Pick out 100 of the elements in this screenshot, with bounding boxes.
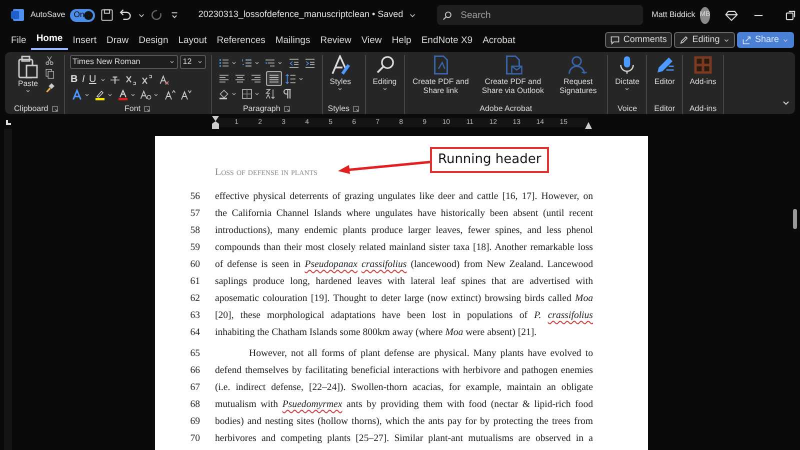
dialog-launcher-icon[interactable]	[142, 104, 151, 112]
caret-icon[interactable]	[298, 76, 304, 82]
text-line: [20], these morphological adaptations have been lost in populations of P. crassifolius	[215, 309, 593, 324]
comments-button[interactable]: Comments	[605, 32, 672, 48]
line-number: 58	[189, 224, 200, 238]
save-icon[interactable]	[100, 8, 114, 22]
strikethrough-icon[interactable]	[108, 74, 121, 86]
ribbon-tab[interactable]: Acrobat	[478, 34, 520, 50]
text-line: the California Channel Islands where ungulates have historically been absent (until recent	[215, 207, 593, 222]
dialog-launcher-icon[interactable]	[50, 104, 58, 112]
caret-icon[interactable]	[100, 76, 106, 82]
underline-button[interactable]: U	[88, 72, 98, 87]
caret-icon[interactable]	[254, 60, 260, 66]
italic-button[interactable]: I	[80, 72, 86, 87]
ribbon-tab[interactable]: View	[356, 34, 387, 50]
text-line: (i.e. indirect defense, [22–24]). Swollen-thorn acacias, for example, maintain an obligate	[215, 381, 593, 396]
caret-icon[interactable]	[106, 92, 113, 98]
clear-formatting-icon[interactable]	[158, 74, 170, 86]
group-label: Voice	[617, 103, 638, 114]
text-line: of defense is seen in Pseudopanax crassifolius (lancewood) from New Zealand. Lancewood	[215, 258, 593, 272]
sort-icon[interactable]	[264, 88, 276, 100]
search-icon	[442, 10, 453, 20]
text-line: effective physical deterrents of grazing ungulates like deer and cattle [16, 17]. However, on	[215, 190, 593, 204]
redo-icon[interactable]	[150, 8, 164, 22]
grow-font-icon[interactable]	[164, 88, 176, 100]
group-label: Styles	[328, 103, 350, 114]
caret-icon[interactable]	[277, 60, 284, 66]
shrink-font-icon[interactable]	[180, 88, 192, 100]
borders-icon[interactable]	[241, 88, 253, 100]
paintbrush-icon[interactable]	[44, 82, 56, 92]
editing-mode-button[interactable]: Editing	[674, 32, 735, 48]
decrease-indent-icon[interactable]	[288, 56, 300, 68]
group-label: Add-ins	[689, 103, 717, 114]
restore-icon[interactable]	[784, 8, 797, 22]
dialog-launcher-icon[interactable]	[282, 104, 291, 112]
indent-marker-icon[interactable]	[212, 116, 219, 129]
annotation-callout: Running header	[430, 147, 550, 172]
pen-icon	[654, 55, 675, 75]
highlighter-icon[interactable]	[94, 88, 106, 100]
caret-icon[interactable]	[130, 92, 136, 98]
ribbon-tab[interactable]: Home	[31, 32, 68, 50]
align-justify-button[interactable]	[266, 71, 282, 86]
diamond-icon[interactable]	[724, 8, 738, 22]
ribbon-tab[interactable]: Layout	[173, 34, 212, 50]
ribbon-tab[interactable]: Help	[386, 34, 416, 50]
copy-icon[interactable]	[44, 68, 56, 80]
group-label: Clipboard	[14, 103, 48, 114]
bold-button[interactable]: B	[70, 72, 79, 87]
caret-icon[interactable]	[230, 90, 237, 96]
ribbon-tab[interactable]: Insert	[68, 34, 102, 50]
ribbon-tab[interactable]: EndNote X9	[416, 34, 478, 50]
dialog-launcher-icon[interactable]	[352, 104, 360, 112]
group-label: Adobe Acrobat	[480, 103, 532, 114]
pencil-icon	[679, 35, 690, 45]
text-effects-icon[interactable]	[70, 88, 82, 100]
font-size-dropdown[interactable]: 12	[180, 55, 206, 69]
superscript-icon[interactable]	[141, 74, 154, 86]
font-name-dropdown[interactable]: Times New Roman	[70, 55, 178, 69]
change-case-icon[interactable]	[140, 88, 152, 100]
subscript-icon[interactable]	[125, 74, 137, 86]
ribbon-tab[interactable]: Draw	[101, 34, 134, 50]
scrollbar-thumb[interactable]	[793, 209, 797, 229]
shading-icon[interactable]	[218, 88, 230, 100]
text-line: saplings produce long, hardened leaves with lateral leaf spines that are advertised with	[215, 275, 593, 290]
line-number: 57	[189, 207, 200, 222]
caret-icon[interactable]	[153, 92, 160, 98]
alignment-lines-icon	[218, 72, 230, 84]
ribbon-tab[interactable]: File	[6, 34, 32, 50]
line-number: 63	[189, 309, 200, 324]
ribbon-tab[interactable]: References	[212, 34, 270, 50]
caret-icon	[196, 59, 203, 65]
line-number: 70	[189, 432, 200, 446]
caret-icon[interactable]	[230, 60, 237, 66]
ribbon-tab[interactable]: Mailings	[270, 34, 316, 50]
line-spacing-icon[interactable]	[284, 72, 297, 84]
line-number: 64	[189, 326, 200, 340]
increase-indent-icon[interactable]	[304, 56, 316, 68]
styles-icon	[330, 55, 350, 75]
pilcrow-icon[interactable]	[280, 88, 292, 100]
numbering-icon[interactable]	[241, 56, 253, 68]
person-icon	[568, 55, 588, 75]
text-line: herbivores and competing plants [25–27]. Similar plant-ant mutualisms are observed in a	[215, 432, 593, 446]
tab-selector-icon[interactable]	[6, 120, 11, 125]
caret-icon[interactable]	[254, 90, 260, 96]
ribbon-tab[interactable]: Design	[134, 34, 174, 50]
document-title[interactable]: 20230313_lossofdefence_manuscriptclean • Saved	[198, 8, 404, 22]
bullets-icon[interactable]	[218, 56, 230, 68]
search-field[interactable]: Search	[437, 5, 643, 25]
autosave-toggle[interactable]: On	[70, 8, 96, 22]
text-line: defend themselves by facilitating beneficial interactions with herbivore and pathogen enemies	[215, 364, 593, 378]
undo-icon[interactable]	[118, 8, 132, 22]
text-line: introductions), many endemic plants produce larger leaves, fewer spines, and less phenol	[215, 224, 593, 238]
multilevel-list-icon[interactable]	[264, 56, 276, 68]
autosave-label: AutoSave	[30, 9, 66, 21]
scissors-icon[interactable]	[44, 55, 56, 66]
share-icon	[742, 35, 752, 45]
line-number: 67	[189, 381, 200, 396]
font-color-icon[interactable]	[117, 88, 129, 100]
caret-icon[interactable]	[84, 92, 90, 98]
ribbon-tab[interactable]: Review	[315, 34, 356, 50]
